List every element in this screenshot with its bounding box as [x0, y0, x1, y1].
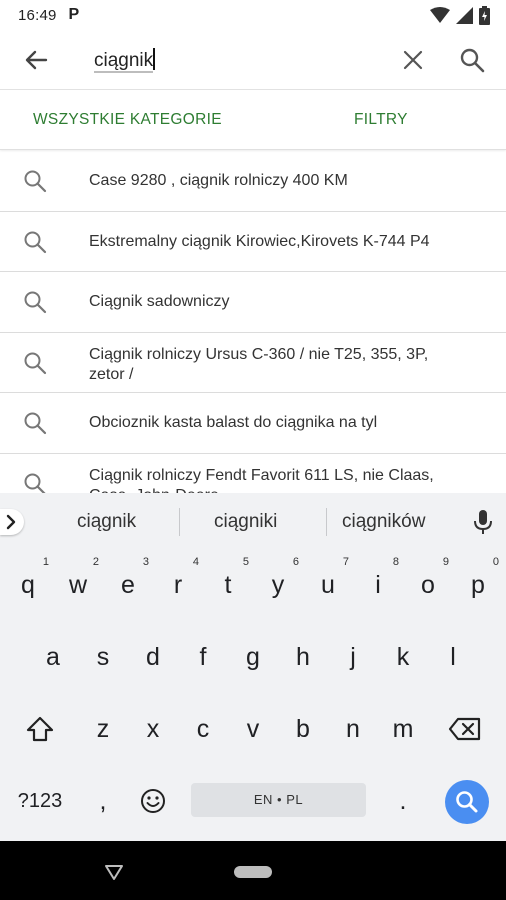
- search-icon: [24, 412, 47, 435]
- key-j[interactable]: j: [328, 637, 378, 677]
- key-q[interactable]: q1: [3, 557, 53, 605]
- search-input[interactable]: ciągnik: [94, 48, 155, 73]
- key-t[interactable]: t5: [203, 557, 253, 605]
- key-i[interactable]: i8: [353, 557, 403, 605]
- period-key[interactable]: .: [378, 781, 428, 821]
- soft-keyboard: ciągnik ciągniki ciągników q1 w2 e3 r4 t…: [0, 493, 506, 841]
- key-d[interactable]: d: [128, 637, 178, 677]
- key-x[interactable]: x: [128, 709, 178, 749]
- key-m[interactable]: m: [378, 709, 428, 749]
- suggestion-item[interactable]: Ekstremalny ciągnik Kirowiec,Kirovets K-…: [0, 212, 506, 272]
- search-icon[interactable]: [458, 46, 486, 74]
- status-time: 16:49: [18, 6, 57, 24]
- filters-button[interactable]: FILTRY: [354, 111, 408, 129]
- comma-key[interactable]: ,: [78, 781, 128, 821]
- search-icon: [24, 170, 47, 193]
- key-f[interactable]: f: [178, 637, 228, 677]
- word-suggestion[interactable]: ciągnik: [77, 511, 136, 533]
- search-bar: ciągnik: [0, 30, 506, 90]
- key-b[interactable]: b: [278, 709, 328, 749]
- suggestion-text: Ciągnik sadowniczy: [89, 293, 230, 310]
- divider: [326, 508, 327, 536]
- chevron-right-icon: [6, 514, 16, 530]
- suggestion-item[interactable]: Obcioznik kasta balast do ciągnika na ty…: [0, 393, 506, 454]
- system-navigation-bar: [0, 841, 506, 900]
- search-icon: [24, 473, 46, 493]
- emoji-key[interactable]: [128, 781, 178, 821]
- key-v[interactable]: v: [228, 709, 278, 749]
- space-key[interactable]: EN • PL: [191, 783, 366, 817]
- key-s[interactable]: s: [78, 637, 128, 677]
- wifi-icon: [430, 7, 450, 23]
- search-icon: [456, 791, 478, 813]
- suggestion-item[interactable]: Ciągnik rolniczy Ursus C-360 / nie T25, …: [0, 333, 506, 393]
- backspace-icon: [448, 717, 481, 741]
- key-l[interactable]: l: [428, 637, 478, 677]
- status-icons: [430, 6, 490, 25]
- signal-icon: [456, 7, 473, 24]
- key-h[interactable]: h: [278, 637, 328, 677]
- key-u[interactable]: u7: [303, 557, 353, 605]
- key-e[interactable]: e3: [103, 557, 153, 605]
- suggestion-text: Case 9280 , ciągnik rolniczy 400 KM: [89, 172, 348, 189]
- suggestion-item[interactable]: Ciągnik sadowniczy: [0, 272, 506, 333]
- text-cursor: [153, 48, 155, 70]
- microphone-icon[interactable]: [472, 509, 494, 535]
- search-icon: [24, 231, 47, 253]
- search-suggestions-list: Case 9280 , ciągnik rolniczy 400 KM Ekst…: [0, 151, 506, 493]
- shift-key[interactable]: [15, 709, 65, 749]
- suggestion-item[interactable]: Ciągnik rolniczy Fendt Favorit 611 LS, n…: [0, 454, 506, 494]
- key-c[interactable]: c: [178, 709, 228, 749]
- suggestion-text: Ekstremalny ciągnik Kirowiec,Kirovets K-…: [89, 232, 430, 250]
- key-o[interactable]: o9: [403, 557, 453, 605]
- emoji-icon: [141, 789, 165, 813]
- key-g[interactable]: g: [228, 637, 278, 677]
- status-bar: 16:49 P: [0, 0, 506, 30]
- battery-icon: [479, 6, 490, 25]
- key-y[interactable]: y6: [253, 557, 303, 605]
- search-enter-key[interactable]: [445, 780, 489, 824]
- suggestion-item[interactable]: Case 9280 , ciągnik rolniczy 400 KM: [0, 151, 506, 212]
- suggestion-text: Ciągnik rolniczy Fendt Favorit 611 LS, n…: [89, 466, 434, 494]
- key-k[interactable]: k: [378, 637, 428, 677]
- expand-toolbar-button[interactable]: [0, 509, 24, 535]
- home-pill-button[interactable]: [234, 866, 272, 878]
- close-icon[interactable]: [400, 47, 426, 73]
- arrow-back-icon[interactable]: [22, 46, 50, 74]
- all-categories-button[interactable]: WSZYSTKIE KATEGORIE: [33, 111, 222, 129]
- nav-back-icon[interactable]: [104, 863, 124, 881]
- keyboard-suggestion-strip: ciągnik ciągniki ciągników: [0, 493, 506, 551]
- parking-notification-icon: P: [68, 6, 80, 23]
- key-p[interactable]: p0: [453, 557, 503, 605]
- key-n[interactable]: n: [328, 709, 378, 749]
- divider: [179, 508, 180, 536]
- key-z[interactable]: z: [78, 709, 128, 749]
- search-icon: [24, 291, 47, 314]
- shift-icon: [26, 716, 54, 742]
- category-filter-tabs: WSZYSTKIE KATEGORIE FILTRY: [0, 90, 506, 150]
- backspace-key[interactable]: [440, 709, 490, 749]
- symbols-key[interactable]: ?123: [15, 781, 65, 821]
- suggestion-text: Ciągnik rolniczy Ursus C-360 / nie T25, …: [89, 345, 429, 383]
- word-suggestion[interactable]: ciągniki: [214, 511, 277, 533]
- search-query: ciągnik: [94, 50, 154, 73]
- key-w[interactable]: w2: [53, 557, 103, 605]
- suggestion-text: Obcioznik kasta balast do ciągnika na ty…: [89, 414, 378, 431]
- key-a[interactable]: a: [28, 637, 78, 677]
- key-r[interactable]: r4: [153, 557, 203, 605]
- word-suggestion[interactable]: ciągników: [342, 511, 425, 533]
- search-icon: [24, 352, 47, 374]
